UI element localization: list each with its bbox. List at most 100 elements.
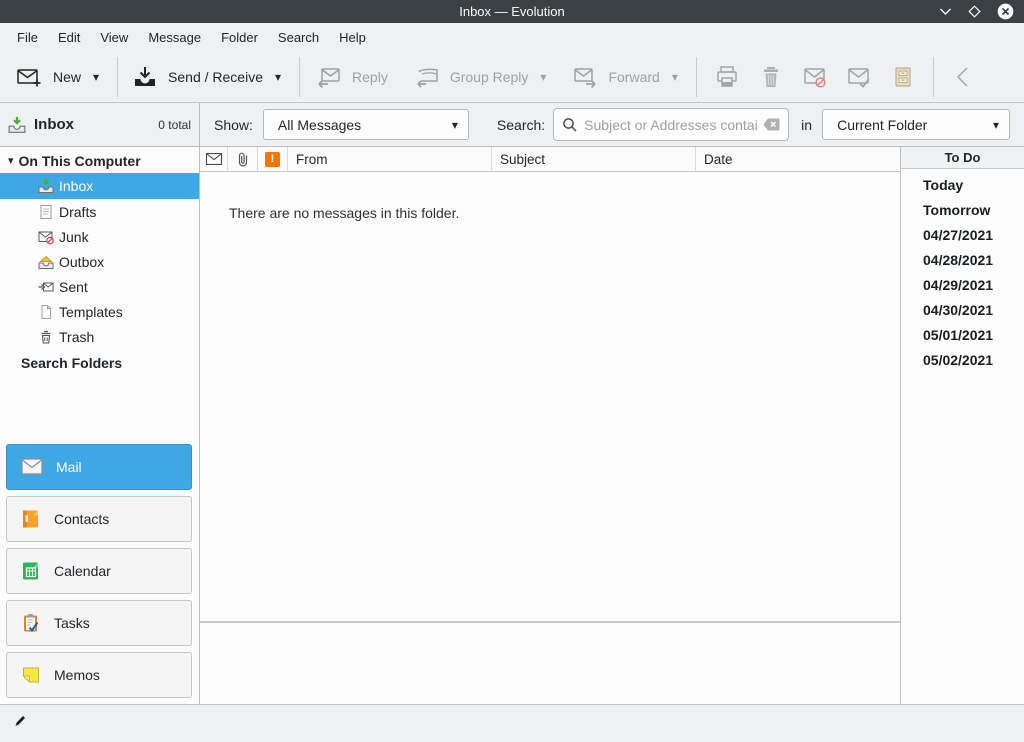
column-attachment[interactable] [228, 147, 258, 171]
switcher-label: Contacts [54, 511, 109, 527]
switcher-label: Calendar [54, 563, 111, 579]
todo-item-date[interactable]: 05/02/2021 [901, 347, 1024, 372]
delete-button[interactable] [749, 60, 793, 94]
inbox-icon [8, 116, 26, 134]
sidebar-folder-inbox[interactable]: Inbox [0, 173, 199, 199]
maximize-icon[interactable] [967, 4, 982, 19]
forward-button[interactable]: Forward [570, 60, 661, 94]
switcher-label: Tasks [54, 615, 90, 631]
account-label: On This Computer [19, 153, 141, 169]
folder-label: Inbox [59, 178, 93, 194]
outbox-icon [38, 254, 54, 270]
archive-button[interactable] [881, 60, 925, 94]
sidebar-search-folders[interactable]: Search Folders [0, 350, 199, 375]
toolbar-separator [933, 57, 934, 97]
message-count: 0 total [158, 118, 191, 132]
drafts-icon [38, 204, 54, 220]
column-subject-label: Subject [500, 152, 545, 167]
calendar-icon [21, 561, 41, 581]
content-area: ▾ On This Computer Inbox Drafts Junk [0, 147, 1024, 704]
forward-label: Forward [608, 69, 659, 85]
column-subject[interactable]: Subject [492, 147, 696, 171]
menu-file[interactable]: File [7, 26, 48, 49]
paperclip-icon [237, 152, 249, 167]
folder-label: Outbox [59, 254, 104, 270]
switcher-tasks-button[interactable]: Tasks [6, 600, 192, 646]
close-icon[interactable] [997, 3, 1014, 20]
search-entry[interactable] [553, 108, 789, 141]
envelope-icon [206, 153, 222, 165]
new-button[interactable]: New [14, 60, 83, 95]
sidebar-folder-outbox[interactable]: Outbox [0, 249, 199, 274]
sidebar-folder-sent[interactable]: Sent [0, 274, 199, 299]
switcher-mail-button[interactable]: Mail [6, 444, 192, 490]
empty-folder-message: There are no messages in this folder. [229, 205, 459, 221]
menu-help[interactable]: Help [329, 26, 376, 49]
todo-title: To Do [945, 150, 981, 165]
todo-item-tomorrow[interactable]: Tomorrow [901, 197, 1024, 222]
print-button[interactable] [705, 60, 749, 94]
switcher-memos-button[interactable]: Memos [6, 652, 192, 698]
show-filter-dropdown[interactable]: All Messages ▾ [263, 109, 469, 140]
search-scope-dropdown[interactable]: Current Folder ▾ [822, 109, 1010, 140]
in-label: in [801, 117, 812, 133]
expander-icon[interactable]: ▾ [8, 156, 14, 167]
toolbar: New ▾ Send / Receive ▾ Reply Group Reply… [0, 52, 1024, 103]
switcher-contacts-button[interactable]: Contacts [6, 496, 192, 542]
reply-label: Reply [352, 69, 388, 85]
menu-view[interactable]: View [90, 26, 138, 49]
search-input[interactable] [584, 117, 757, 133]
inbox-icon [38, 178, 54, 194]
todo-item-today[interactable]: Today [901, 172, 1024, 197]
todo-item-date[interactable]: 05/01/2021 [901, 322, 1024, 347]
menu-edit[interactable]: Edit [48, 26, 90, 49]
todo-item-date[interactable]: 04/29/2021 [901, 272, 1024, 297]
send-receive-icon [132, 64, 158, 90]
view-switcher: Mail Contacts Calendar Tasks [6, 444, 192, 698]
account-on-this-computer[interactable]: ▾ On This Computer [0, 149, 199, 173]
menu-message[interactable]: Message [138, 26, 211, 49]
folder-header: Inbox 0 total [0, 103, 200, 146]
pencil-icon [13, 714, 27, 728]
sidebar-folder-junk[interactable]: Junk [0, 224, 199, 249]
preview-pane-divider[interactable] [200, 621, 900, 623]
forward-dropdown-arrow[interactable]: ▾ [662, 66, 688, 88]
group-reply-icon [414, 64, 440, 90]
sidebar-folder-templates[interactable]: Templates [0, 299, 199, 324]
search-scope-value: Current Folder [837, 117, 985, 133]
new-dropdown-arrow[interactable]: ▾ [83, 66, 109, 88]
menu-search[interactable]: Search [268, 26, 329, 49]
menu-folder[interactable]: Folder [211, 26, 268, 49]
search-folders-label: Search Folders [21, 355, 122, 371]
window-title: Inbox — Evolution [0, 0, 1024, 23]
folder-label: Drafts [59, 204, 96, 220]
todo-item-date[interactable]: 04/27/2021 [901, 222, 1024, 247]
column-date[interactable]: Date [696, 147, 900, 171]
minimize-icon[interactable] [939, 7, 952, 16]
column-from[interactable]: From [288, 147, 492, 171]
reply-button[interactable]: Reply [314, 60, 390, 94]
todo-panel: To Do Today Tomorrow 04/27/2021 04/28/20… [900, 147, 1024, 704]
group-reply-button[interactable]: Group Reply [412, 60, 531, 94]
folder-label: Sent [59, 279, 88, 295]
message-list-header: ! From Subject Date [200, 147, 900, 172]
group-reply-dropdown-arrow[interactable]: ▾ [530, 66, 556, 88]
column-important[interactable]: ! [258, 147, 288, 171]
status-bar [0, 704, 1024, 742]
junk-button[interactable] [793, 60, 837, 94]
sidebar-folder-trash[interactable]: Trash [0, 324, 199, 349]
previous-message-button[interactable] [942, 60, 986, 94]
not-junk-button[interactable] [837, 60, 881, 94]
todo-item-date[interactable]: 04/30/2021 [901, 297, 1024, 322]
switcher-calendar-button[interactable]: Calendar [6, 548, 192, 594]
send-receive-button[interactable]: Send / Receive [130, 60, 265, 94]
clear-search-icon[interactable] [763, 118, 780, 131]
send-receive-dropdown-arrow[interactable]: ▾ [265, 66, 291, 88]
send-receive-label: Send / Receive [168, 69, 263, 85]
templates-icon [38, 304, 54, 320]
sidebar-folder-drafts[interactable]: Drafts [0, 199, 199, 224]
folder-sidebar: ▾ On This Computer Inbox Drafts Junk [0, 147, 200, 704]
trash-icon [38, 329, 54, 345]
column-status[interactable] [200, 147, 228, 171]
todo-item-date[interactable]: 04/28/2021 [901, 247, 1024, 272]
